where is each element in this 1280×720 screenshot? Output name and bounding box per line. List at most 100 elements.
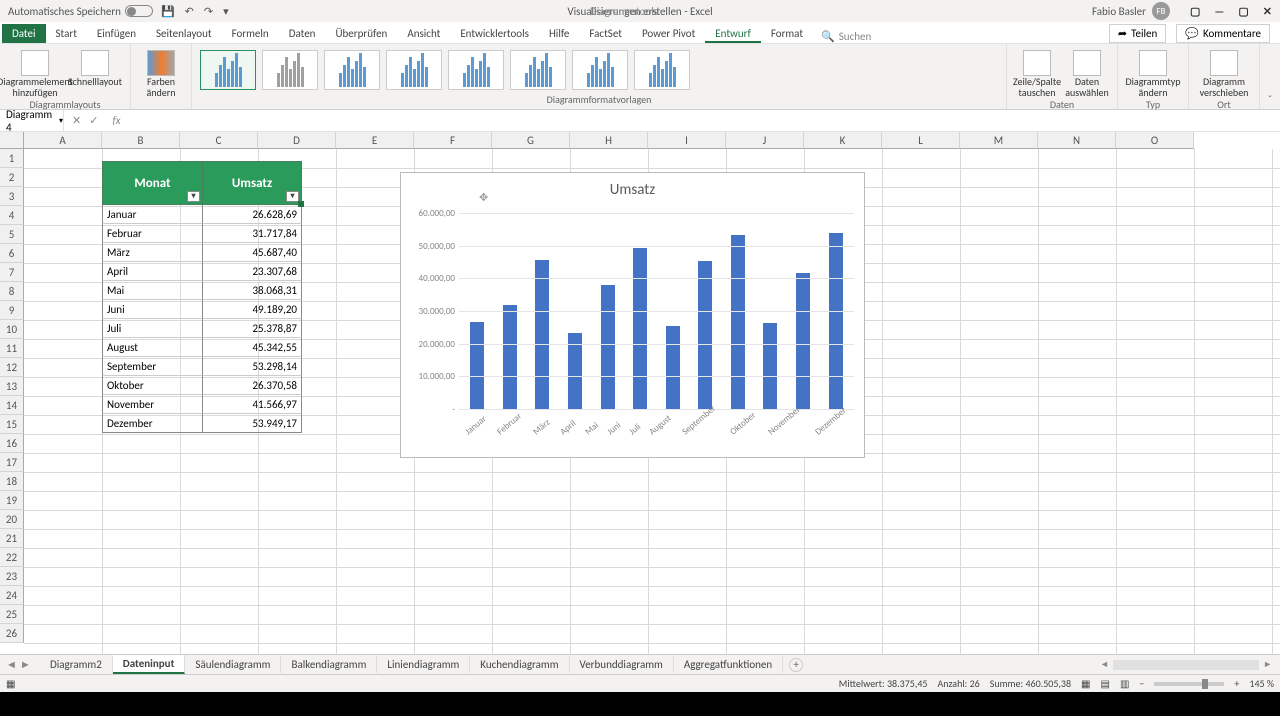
sheet-tab[interactable]: Säulendiagramm — [185, 656, 281, 673]
table-row[interactable]: Januar26.628,69 — [102, 205, 302, 224]
quick-layout-button[interactable]: Schnelllayout — [68, 50, 122, 88]
row-header[interactable]: 19 — [0, 491, 24, 510]
row-header[interactable]: 12 — [0, 358, 24, 377]
table-row[interactable]: April23.307,68 — [102, 262, 302, 281]
cell-month[interactable]: Juli — [102, 319, 202, 338]
move-chart-button[interactable]: Diagramm verschieben — [1197, 50, 1251, 98]
chart-bar[interactable] — [503, 305, 517, 409]
row-header[interactable]: 8 — [0, 282, 24, 301]
cell-value[interactable]: 41.566,97 — [202, 395, 302, 414]
sheet-tab[interactable]: Diagramm2 — [40, 656, 113, 673]
cell-value[interactable]: 25.378,87 — [202, 319, 302, 338]
column-header[interactable]: G — [492, 132, 570, 149]
chart-bar[interactable] — [698, 261, 712, 409]
chart-style-8[interactable] — [634, 50, 690, 90]
table-row[interactable]: September53.298,14 — [102, 357, 302, 376]
cell-value[interactable]: 38.068,31 — [202, 281, 302, 300]
row-header[interactable]: 10 — [0, 320, 24, 339]
switch-row-col-button[interactable]: Zeile/Spalte tauschen — [1015, 50, 1059, 98]
table-row[interactable]: Juni49.189,20 — [102, 300, 302, 319]
cell-value[interactable]: 23.307,68 — [202, 262, 302, 281]
row-header[interactable]: 17 — [0, 453, 24, 472]
minimize-icon[interactable]: — — [1214, 5, 1224, 18]
sheet-tab[interactable]: Liniendiagramm — [377, 656, 470, 673]
row-header[interactable]: 18 — [0, 472, 24, 491]
autosave-toggle[interactable]: Automatisches Speichern — [8, 5, 153, 18]
chart-style-7[interactable] — [572, 50, 628, 90]
column-header[interactable]: N — [1038, 132, 1116, 149]
row-header[interactable]: 26 — [0, 624, 24, 643]
cell-month[interactable]: September — [102, 357, 202, 376]
chart-style-6[interactable] — [510, 50, 566, 90]
filter-dropdown-icon[interactable]: ▾ — [187, 191, 200, 202]
sheet-tab[interactable]: Aggregatfunktionen — [674, 656, 783, 673]
tab-start[interactable]: Start — [46, 24, 87, 43]
row-header[interactable]: 2 — [0, 168, 24, 187]
sheet-tab[interactable]: Dateninput — [113, 655, 186, 674]
tab-format[interactable]: Format — [761, 24, 813, 43]
column-header[interactable]: A — [24, 132, 102, 149]
row-header[interactable]: 23 — [0, 567, 24, 586]
cell-value[interactable]: 45.342,55 — [202, 338, 302, 357]
cell-month[interactable]: Januar — [102, 205, 202, 224]
table-row[interactable]: November41.566,97 — [102, 395, 302, 414]
user-avatar[interactable]: FB — [1152, 2, 1170, 20]
cell-month[interactable]: Oktober — [102, 376, 202, 395]
tab-hilfe[interactable]: Hilfe — [539, 24, 579, 43]
cell-mode-icon[interactable]: ▦ — [6, 677, 15, 690]
chart-bar[interactable] — [535, 260, 549, 409]
table-row[interactable]: August45.342,55 — [102, 338, 302, 357]
cell-value[interactable]: 31.717,84 — [202, 224, 302, 243]
row-header[interactable]: 20 — [0, 510, 24, 529]
zoom-in-icon[interactable]: + — [1234, 677, 1239, 690]
user-area[interactable]: Fabio Basler FB ▢ — ▢ ✕ — [1092, 2, 1272, 20]
chart-bar[interactable] — [731, 235, 745, 409]
column-header[interactable]: M — [960, 132, 1038, 149]
collapse-ribbon-icon[interactable]: ˇ — [1268, 93, 1272, 106]
embedded-chart[interactable]: ✥ Umsatz -10.000,0020.000,0030.000,0040.… — [400, 172, 865, 458]
customize-icon[interactable]: ▾ — [223, 5, 229, 18]
maximize-icon[interactable]: ▢ — [1238, 5, 1248, 18]
chart-style-1[interactable] — [200, 50, 256, 90]
column-header[interactable]: J — [726, 132, 804, 149]
sheet-nav-first-icon[interactable]: ◄ — [6, 658, 17, 671]
cell-month[interactable]: Dezember — [102, 414, 202, 433]
close-icon[interactable]: ✕ — [1263, 5, 1272, 18]
tab-überprüfen[interactable]: Überprüfen — [325, 24, 397, 43]
row-header[interactable]: 22 — [0, 548, 24, 567]
row-header[interactable]: 6 — [0, 244, 24, 263]
cell-value[interactable]: 26.628,69 — [202, 205, 302, 224]
sheet-nav-last-icon[interactable]: ► — [20, 658, 31, 671]
chart-bar[interactable] — [601, 285, 615, 409]
chart-bar[interactable] — [470, 322, 484, 409]
tab-power pivot[interactable]: Power Pivot — [632, 24, 705, 43]
tab-factset[interactable]: FactSet — [579, 24, 632, 43]
table-header-month[interactable]: Monat▾ — [102, 161, 202, 205]
sheet-tab[interactable]: Verbunddiagramm — [570, 656, 674, 673]
toggle-icon[interactable] — [125, 5, 153, 17]
row-header[interactable]: 15 — [0, 415, 24, 434]
tell-me-search[interactable]: 🔍 Suchen — [821, 30, 871, 43]
selection-handle-icon[interactable] — [298, 201, 304, 207]
page-layout-view-icon[interactable]: ▤ — [1101, 677, 1110, 690]
change-colors-button[interactable]: Farben ändern — [139, 50, 183, 98]
chart-bar[interactable] — [633, 248, 647, 409]
zoom-level[interactable]: 145 % — [1249, 677, 1274, 690]
tab-seitenlayout[interactable]: Seitenlayout — [146, 24, 222, 43]
row-header[interactable]: 9 — [0, 301, 24, 320]
normal-view-icon[interactable]: ▦ — [1081, 677, 1090, 690]
table-row[interactable]: Juli25.378,87 — [102, 319, 302, 338]
column-header[interactable]: D — [258, 132, 336, 149]
cell-value[interactable]: 26.370,58 — [202, 376, 302, 395]
select-all-corner[interactable] — [0, 132, 24, 149]
sheet-tab[interactable]: Balkendiagramm — [281, 656, 377, 673]
column-header[interactable]: B — [102, 132, 180, 149]
chart-plot-area[interactable]: -10.000,0020.000,0030.000,0040.000,0050.… — [459, 213, 854, 409]
row-header[interactable]: 24 — [0, 586, 24, 605]
chart-style-2[interactable] — [262, 50, 318, 90]
row-header[interactable]: 3 — [0, 187, 24, 206]
row-header[interactable]: 7 — [0, 263, 24, 282]
cell-month[interactable]: Mai — [102, 281, 202, 300]
row-header[interactable]: 14 — [0, 396, 24, 415]
add-chart-element-button[interactable]: Diagrammelement hinzufügen — [8, 50, 62, 98]
